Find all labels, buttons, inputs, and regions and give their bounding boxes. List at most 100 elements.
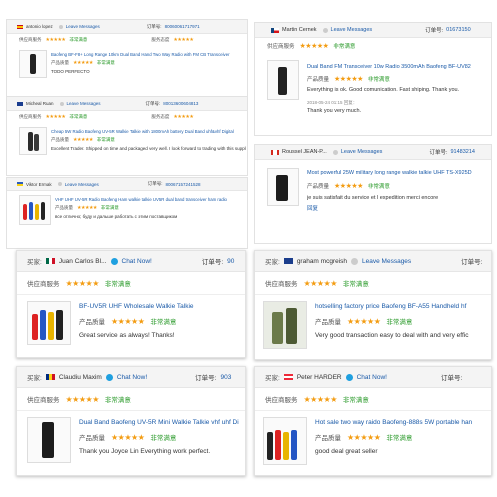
supplier-service-row: 供应商服务 ★★★★★ 非常满意 <box>17 272 245 295</box>
buyer-name: antonio lopez <box>26 24 53 29</box>
review-header: 买家: Juan Carlos Bl... Chat Now! 订单号: 90 <box>17 251 245 272</box>
radio-image-icon <box>291 430 297 460</box>
flag-czech-icon <box>271 27 279 33</box>
product-thumbnail[interactable] <box>263 417 307 465</box>
review-header: Viktor Ermak Leave Messages 订单号: 8006715… <box>7 178 247 191</box>
star-rating: ★★★★★ <box>77 205 97 211</box>
satisfied-label: 非常满意 <box>69 114 88 119</box>
product-title[interactable]: hotselling factory price Baofeng BF-A55 … <box>315 303 487 310</box>
order-label: 订单号: <box>147 181 163 186</box>
satisfied-label: 非常满意 <box>104 281 131 288</box>
order-number[interactable]: 80060061717971 <box>165 24 200 29</box>
product-block: Most powerful 25W military long range wa… <box>255 160 491 212</box>
product-thumbnail[interactable] <box>19 195 51 225</box>
product-title[interactable]: BF-UV5R UHF Wholesale Walkie Talkie <box>79 303 239 310</box>
order-number[interactable]: 80013600604813 <box>163 101 198 106</box>
order-number[interactable]: 90 <box>227 258 234 265</box>
review-comment: Everything is ok. Good comunication. Fas… <box>307 87 460 93</box>
leave-messages-link[interactable]: Leave Messages <box>331 27 373 33</box>
product-quality-label: 产品质量 <box>315 435 341 442</box>
reply-link[interactable]: 回复 <box>307 204 487 212</box>
order-label: 订单号: <box>429 150 448 156</box>
radio-image-icon <box>276 175 288 201</box>
product-title[interactable]: Most powerful 25W military long range wa… <box>307 170 487 176</box>
order-label: 订单号: <box>145 100 161 106</box>
radio-image-icon <box>41 202 45 220</box>
review-header: Martin Cernek Leave Messages 订单号: 016731… <box>255 23 491 38</box>
review-header: antonio lopez Leave Messages 订单号: 800600… <box>7 20 247 34</box>
radio-image-icon <box>35 204 39 220</box>
product-quality-label: 产品质量 <box>55 205 73 210</box>
radio-image-icon <box>42 422 54 458</box>
product-quality-label: 产品质量 <box>79 319 105 326</box>
product-quality-label: 产品质量 <box>307 77 330 83</box>
product-title[interactable]: Hot sale two way raido Baofeng-888s 5W p… <box>315 419 487 426</box>
order-number[interactable]: 91483214 <box>450 149 474 155</box>
product-title[interactable]: Cheap 5W Radio Baofeng UV-5R Walkie Talk… <box>51 129 246 134</box>
product-title[interactable]: Baofeng BF-F8+ Long Range 10km Dual Band… <box>51 52 246 57</box>
service-attitude-label: 服务态度 <box>151 37 170 42</box>
star-rating: ★★★★★ <box>347 432 381 442</box>
product-block: Hot sale two way raido Baofeng-888s 5W p… <box>255 411 491 465</box>
supplier-service-label: 供应商服务 <box>27 397 60 404</box>
message-icon <box>57 182 62 186</box>
product-thumbnail[interactable] <box>267 168 299 206</box>
review-card-left-2: Micheal Ruan Leave Messages 订单号: 8001360… <box>6 96 248 176</box>
leave-messages-link[interactable]: Leave Messages <box>66 24 100 29</box>
star-rating: ★★★★★ <box>73 60 93 66</box>
order-number[interactable]: 01673150 <box>446 27 470 33</box>
buyer-name: Martin Cernek <box>282 27 317 33</box>
satisfied-label: 非常满意 <box>386 435 413 442</box>
order-number[interactable]: 903 <box>220 374 231 381</box>
message-icon <box>332 149 338 155</box>
flag-ukraine-icon <box>17 182 23 186</box>
review-card-left-4: 买家: Juan Carlos Bl... Chat Now! 订单号: 90 … <box>16 250 246 358</box>
review-comment: Excellent Trader. Shipped on time and pa… <box>51 146 246 151</box>
buyer-label: 买家: <box>265 259 280 266</box>
order-number[interactable]: 80067157241528 <box>165 182 200 187</box>
product-thumbnail[interactable] <box>27 301 71 345</box>
order-label: 订单号: <box>425 28 444 34</box>
leave-messages-link[interactable]: Leave Messages <box>65 182 99 187</box>
chat-now-link[interactable]: Chat Now! <box>122 258 152 265</box>
flag-austria-icon <box>283 374 293 380</box>
leave-messages-link[interactable]: Leave Messages <box>341 149 383 155</box>
product-thumbnail[interactable] <box>19 127 47 155</box>
star-rating: ★★★★★ <box>45 114 66 120</box>
chat-now-link[interactable]: Chat Now! <box>357 374 387 381</box>
chat-now-link[interactable]: Chat Now! <box>117 374 147 381</box>
star-rating: ★★★★★ <box>111 316 145 326</box>
radio-image-icon <box>272 312 283 344</box>
message-icon <box>351 257 359 265</box>
radio-image-icon <box>286 308 297 344</box>
review-card-left-1: antonio lopez Leave Messages 订单号: 800600… <box>6 19 248 99</box>
leave-messages-link[interactable]: Leave Messages <box>67 101 101 106</box>
product-thumbnail[interactable] <box>263 301 307 349</box>
supplier-service-row: 供应商服务 ★★★★★ 非常满意 <box>255 272 491 295</box>
star-rating: ★★★★★ <box>334 183 363 190</box>
product-thumbnail[interactable] <box>19 50 47 78</box>
review-comment: Great service as always! Thanks! <box>79 332 175 339</box>
product-thumbnail[interactable] <box>27 417 71 463</box>
product-block: BF-UV5R UHF Wholesale Walkie Talkie 产品质量… <box>17 295 245 345</box>
leave-messages-link[interactable]: Leave Messages <box>362 258 411 265</box>
product-title[interactable]: Dual Band Baofeng UV-5R Mini Walkie Talk… <box>79 419 239 426</box>
satisfied-label: 非常满意 <box>150 435 177 442</box>
satisfied-label: 非常满意 <box>333 44 356 50</box>
review-card-left-5: 买家: Claudiu Maxim Chat Now! 订单号: 903 供应商… <box>16 366 246 476</box>
star-rating: ★★★★★ <box>299 43 329 50</box>
product-title[interactable]: VHF UHF UV-5R Radio Baofeng Ham walkie t… <box>55 197 247 202</box>
radio-image-icon <box>34 134 39 151</box>
buyer-name: Viktor Ermak <box>26 181 52 187</box>
review-card-right-1: Martin Cernek Leave Messages 订单号: 016731… <box>254 22 492 136</box>
product-thumbnail[interactable] <box>267 60 299 100</box>
chat-icon <box>345 373 353 381</box>
star-rating: ★★★★★ <box>73 137 93 143</box>
review-card-right-2: Roussel JEAN-P... Leave Messages 订单号: 91… <box>254 144 492 244</box>
product-block: Dual Band Baofeng UV-5R Mini Walkie Talk… <box>17 411 245 463</box>
product-title[interactable]: Dual Band FM Transceiver 10w Radio 3500m… <box>307 64 487 70</box>
supplier-service-label: 供应商服务 <box>265 281 298 288</box>
radio-image-icon <box>278 67 287 95</box>
star-rating: ★★★★★ <box>65 278 100 288</box>
flag-canada-icon <box>271 149 279 155</box>
